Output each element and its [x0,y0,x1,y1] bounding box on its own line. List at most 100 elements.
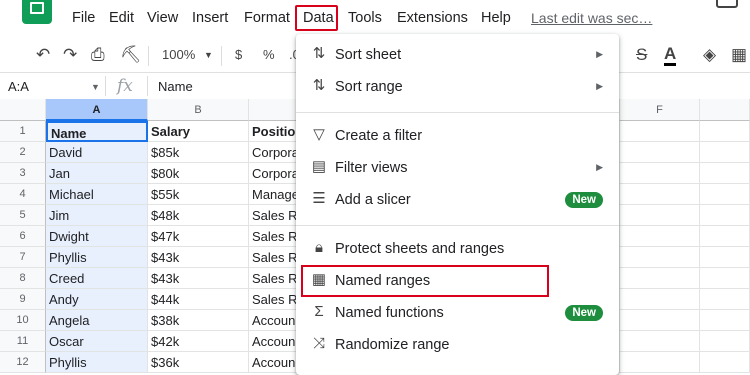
grid-cell[interactable]: Phyllis [46,247,148,268]
grid-cell[interactable] [700,121,750,142]
grid-cell[interactable] [700,142,750,163]
grid-cell[interactable] [620,226,700,247]
column-header-a[interactable]: A [46,99,148,121]
grid-cell[interactable] [620,184,700,205]
grid-cell[interactable] [700,184,750,205]
menu-item-create-filter[interactable]: ▽ Create a filter [296,120,619,152]
menu-item-named-functions[interactable]: Σ Named functions New [296,297,619,329]
paint-format-icon[interactable]: ⛏ [120,44,142,66]
currency-format-button[interactable]: $ [235,47,242,62]
comment-icon[interactable] [716,0,738,8]
borders-icon[interactable]: ▦ [731,44,747,66]
select-all-corner[interactable] [0,99,46,121]
grid-cell[interactable]: $44k [148,289,249,310]
grid-cell[interactable]: $80k [148,163,249,184]
menu-item-filter-views[interactable]: ▤ Filter views ▶ [296,152,619,184]
menu-item-add-slicer[interactable]: ☰ Add a slicer New [296,184,619,216]
row-header[interactable]: 10 [0,310,46,331]
menu-help[interactable]: Help [481,10,511,26]
row-header[interactable]: 9 [0,289,46,310]
grid-cell[interactable]: Michael [46,184,148,205]
grid-cell[interactable]: $55k [148,184,249,205]
grid-cell[interactable] [620,310,700,331]
grid-cell[interactable]: $43k [148,268,249,289]
grid-cell[interactable]: Andy [46,289,148,310]
grid-cell[interactable] [700,268,750,289]
print-icon[interactable]: ⎙ [91,44,105,66]
grid-cell[interactable] [700,310,750,331]
menu-item-sort-range[interactable]: ⇅ Sort range ▶ [296,71,619,103]
grid-cell[interactable] [620,268,700,289]
row-header[interactable]: 6 [0,226,46,247]
chevron-down-icon[interactable]: ▼ [91,82,100,92]
menu-item-sort-sheet[interactable]: ⇅ Sort sheet ▶ [296,39,619,71]
menu-item-randomize-range[interactable]: ⤨ Randomize range [296,329,619,361]
grid-cell[interactable]: $48k [148,205,249,226]
formula-input[interactable]: Name [158,79,193,94]
row-header[interactable]: 11 [0,331,46,352]
row-header[interactable]: 4 [0,184,46,205]
menu-item-protect-sheets[interactable]: 🔒︎ Protect sheets and ranges [296,233,619,265]
grid-cell[interactable]: $42k [148,331,249,352]
row-header[interactable]: 8 [0,268,46,289]
sort-icon: ⇅ [312,77,326,94]
menu-view[interactable]: View [147,10,178,26]
sheets-logo-icon[interactable] [22,0,52,24]
grid-cell[interactable]: $47k [148,226,249,247]
fill-color-icon[interactable]: ◈ [703,44,716,66]
grid-cell[interactable] [620,142,700,163]
grid-cell[interactable] [620,289,700,310]
grid-cell[interactable]: $43k [148,247,249,268]
grid-cell[interactable] [620,331,700,352]
grid-cell[interactable]: Oscar [46,331,148,352]
grid-cell[interactable]: Jan [46,163,148,184]
column-header-b[interactable]: B [148,99,249,121]
row-header[interactable]: 2 [0,142,46,163]
grid-cell[interactable]: David [46,142,148,163]
percent-format-button[interactable]: % [263,47,275,62]
grid-cell[interactable] [620,247,700,268]
grid-cell[interactable] [700,226,750,247]
strikethrough-icon[interactable]: S [636,44,647,66]
grid-cell[interactable] [700,163,750,184]
chevron-down-icon[interactable]: ▼ [204,50,213,60]
grid-cell[interactable]: Angela [46,310,148,331]
menu-extensions[interactable]: Extensions [397,10,468,26]
row-header[interactable]: 3 [0,163,46,184]
grid-cell[interactable] [700,205,750,226]
grid-cell[interactable]: Name [46,121,148,142]
text-color-icon[interactable]: A [664,44,677,66]
grid-cell[interactable] [700,289,750,310]
grid-cell[interactable] [620,352,700,373]
name-box[interactable]: A:A [8,79,29,94]
column-header-g[interactable] [700,99,750,121]
row-header[interactable]: 7 [0,247,46,268]
grid-cell[interactable]: Salary [148,121,249,142]
grid-cell[interactable] [700,247,750,268]
zoom-select[interactable]: 100% [162,47,195,62]
grid-cell[interactable]: Creed [46,268,148,289]
menu-format[interactable]: Format [244,10,290,26]
redo-icon[interactable]: ↷ [63,44,77,66]
row-header[interactable]: 5 [0,205,46,226]
undo-icon[interactable]: ↶ [36,44,50,66]
menu-insert[interactable]: Insert [192,10,228,26]
row-header[interactable]: 1 [0,121,46,142]
grid-cell[interactable] [700,352,750,373]
column-header-f[interactable]: F [620,99,700,121]
row-header[interactable]: 12 [0,352,46,373]
grid-cell[interactable]: $85k [148,142,249,163]
grid-cell[interactable] [620,205,700,226]
grid-cell[interactable] [700,331,750,352]
menu-file[interactable]: File [72,10,95,26]
grid-cell[interactable]: $38k [148,310,249,331]
grid-cell[interactable] [620,121,700,142]
grid-cell[interactable]: Dwight [46,226,148,247]
grid-cell[interactable]: Phyllis [46,352,148,373]
last-edit-link[interactable]: Last edit was sec… [531,10,652,26]
menu-edit[interactable]: Edit [109,10,134,26]
grid-cell[interactable]: $36k [148,352,249,373]
menu-tools[interactable]: Tools [348,10,382,26]
grid-cell[interactable]: Jim [46,205,148,226]
grid-cell[interactable] [620,163,700,184]
